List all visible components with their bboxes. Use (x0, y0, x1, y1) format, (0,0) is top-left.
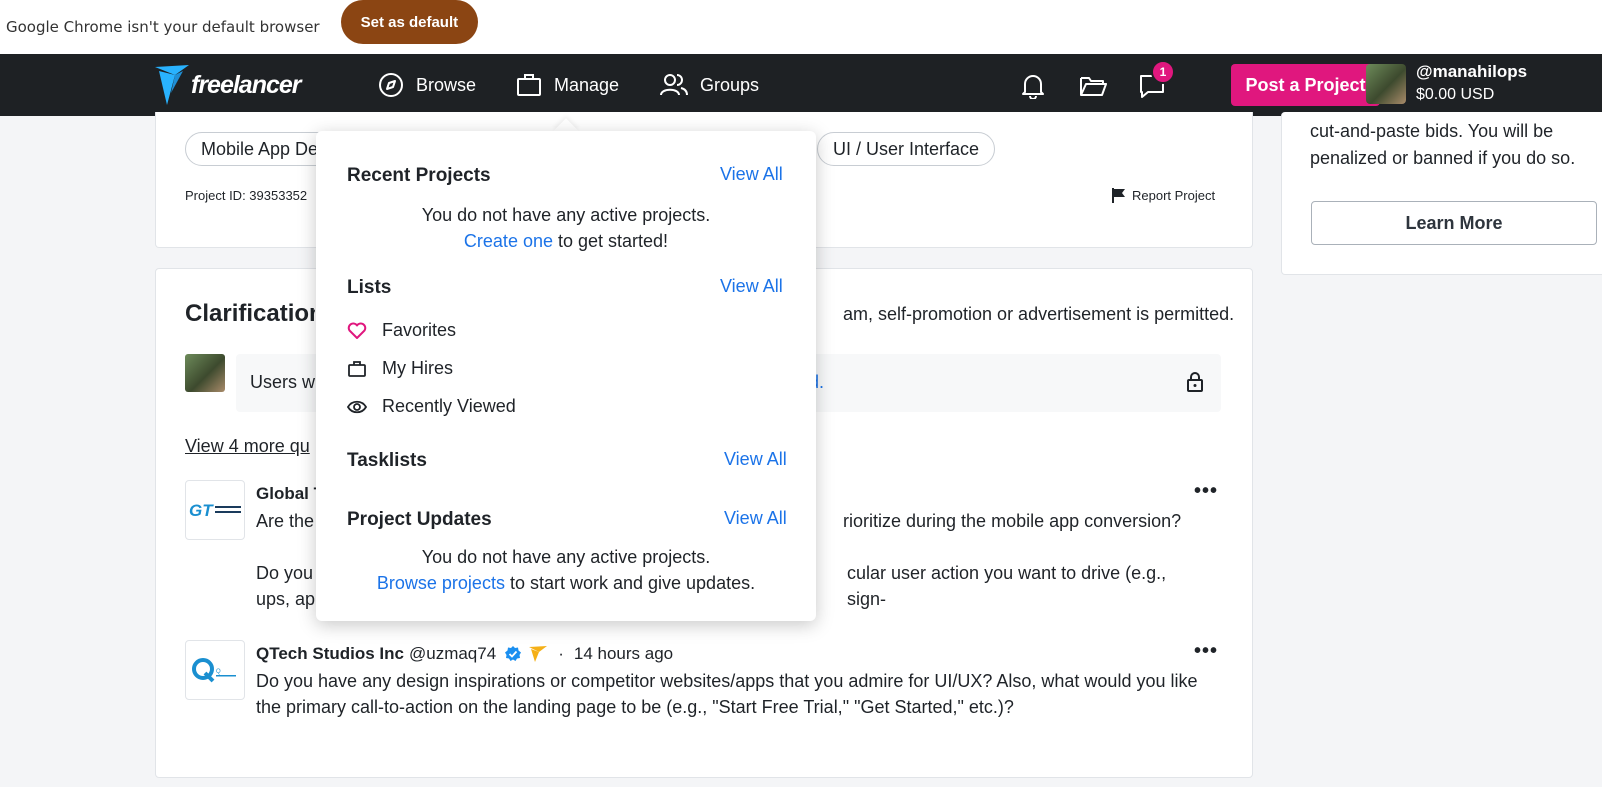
eye-icon (347, 400, 367, 413)
recent-projects-heading: Recent Projects (347, 165, 491, 186)
learn-more-button[interactable]: Learn More (1311, 201, 1597, 245)
recent-projects-view-all[interactable]: View All (720, 164, 783, 185)
logo-wordmark: freelancer (191, 70, 302, 99)
question-timestamp: 14 hours ago (573, 644, 674, 663)
separator-dot: · (558, 644, 564, 663)
tasklists-view-all[interactable]: View All (724, 449, 787, 470)
qtech-studios-logo[interactable]: Q (185, 640, 245, 700)
briefcase-icon (348, 360, 366, 377)
skill-chip-mobile-app[interactable]: Mobile App De (185, 132, 335, 166)
username[interactable]: @manahilops (1416, 62, 1527, 82)
set-as-default-button[interactable]: Set as default (340, 0, 479, 44)
list-item-my-hires[interactable]: My Hires (347, 358, 453, 379)
notifications-bell-icon[interactable] (1019, 72, 1047, 100)
question-body: Do you have any design inspirations or c… (256, 671, 1198, 717)
view-more-questions-link[interactable]: View 4 more qu (185, 436, 315, 457)
question-text-fragment: ups, ap (256, 589, 316, 609)
question-author-handle[interactable]: @uzmaq74 (409, 644, 496, 664)
skill-chip-ui[interactable]: UI / User Interface (817, 132, 996, 166)
nav-browse-label: Browse (416, 74, 477, 95)
nav-groups[interactable]: Groups (660, 70, 759, 100)
global-tech-logo[interactable]: GT (185, 480, 245, 540)
lists-heading: Lists (347, 277, 392, 298)
current-user-avatar (185, 354, 225, 392)
post-project-button[interactable]: Post a Project (1231, 64, 1380, 106)
messages-count-badge: 1 (1151, 60, 1175, 84)
compass-icon (379, 73, 403, 97)
more-options-button[interactable]: ••• (1194, 640, 1218, 663)
browse-projects-suffix: to start work and give updates. (504, 573, 756, 593)
freelancer-logo[interactable]: freelancer (155, 63, 302, 107)
freelancer-bird-icon (155, 65, 189, 105)
recent-projects-cta: Create one to get started! (316, 231, 816, 252)
project-updates-heading: Project Updates (347, 509, 492, 530)
nav-browse[interactable]: Browse (378, 70, 476, 100)
lock-icon (1186, 372, 1204, 397)
briefcase-icon (517, 74, 541, 96)
question-text-fragment: Do you (256, 563, 314, 583)
list-item-favorites[interactable]: Favorites (347, 320, 456, 341)
question-text-fragment: Are the (256, 511, 315, 531)
verified-badge-icon (505, 646, 522, 661)
project-updates-empty-text: You do not have any active projects. (421, 547, 711, 567)
sidebar-warning-text: cut-and-paste bids. You will be penalize… (1310, 121, 1576, 168)
question-text-fragment: rioritize during the mobile app conversi… (843, 511, 1182, 531)
list-item-label: Favorites (382, 320, 457, 340)
account-balance: $0.00 USD (1416, 86, 1495, 103)
create-project-link[interactable]: Create one (464, 231, 553, 251)
default-browser-bar: Google Chrome isn't your default browser… (0, 0, 1602, 54)
project-id: Project ID: 39353352 (185, 188, 308, 203)
report-project-link[interactable]: Report Project (1111, 187, 1215, 203)
list-item-label: My Hires (382, 358, 453, 378)
question-author-row: QTech Studios Inc @uzmaq74 · 14 hours ag… (256, 644, 673, 664)
question-author-name[interactable]: QTech Studios Inc (256, 644, 404, 664)
project-updates-cta: Browse projects to start work and give u… (316, 573, 816, 594)
project-updates-view-all[interactable]: View All (724, 508, 787, 529)
list-item-recently-viewed[interactable]: Recently Viewed (347, 396, 516, 417)
nav-manage-label: Manage (554, 74, 620, 95)
clarification-note: am, self-promotion or advertisement is p… (843, 304, 1235, 324)
recent-projects-empty-text: You do not have any active projects. (421, 205, 711, 225)
lists-view-all[interactable]: View All (720, 276, 783, 297)
more-options-button[interactable]: ••• (1194, 480, 1218, 503)
nav-manage[interactable]: Manage (516, 70, 619, 100)
nav-groups-label: Groups (700, 74, 760, 95)
flag-icon (1112, 188, 1125, 203)
question-author-name[interactable]: Global T (256, 484, 316, 504)
folder-icon[interactable] (1079, 72, 1107, 100)
logo-text: GT (189, 501, 214, 520)
browse-projects-link[interactable]: Browse projects (377, 573, 505, 593)
logo-text: Q (216, 669, 221, 675)
locked-message-text: Users w (250, 372, 316, 392)
groups-icon (660, 74, 688, 96)
question-text-fragment: cular user action you want to drive (e.g… (847, 563, 1167, 609)
bird-preferred-icon (529, 646, 548, 662)
tasklists-heading: Tasklists (347, 450, 427, 471)
report-project-label: Report Project (1132, 187, 1216, 203)
default-browser-message: Google Chrome isn't your default browser (6, 18, 320, 36)
clarification-title: Clarification (185, 300, 315, 327)
heart-icon (347, 322, 367, 339)
create-project-suffix: to get started! (552, 231, 669, 251)
user-avatar[interactable] (1366, 64, 1406, 104)
list-item-label: Recently Viewed (382, 396, 516, 416)
